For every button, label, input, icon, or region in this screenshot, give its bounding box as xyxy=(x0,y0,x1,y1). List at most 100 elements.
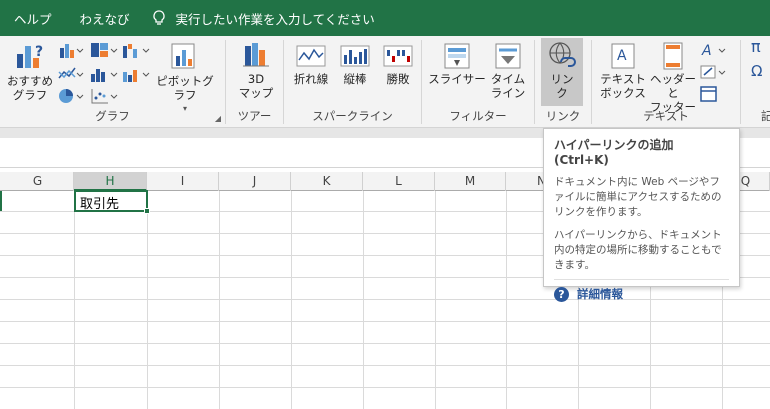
equation-button[interactable]: π xyxy=(751,39,761,55)
lightbulb-icon xyxy=(152,10,165,25)
textbox-label: テキスト ボックス xyxy=(600,72,646,100)
dialog-launcher-icon[interactable]: ◢ xyxy=(215,114,221,123)
group-label-sparklines: スパークライン xyxy=(312,109,393,123)
row-header-selected-edge xyxy=(0,191,2,211)
tell-me-text: 実行したい作業を入力してください xyxy=(175,11,375,27)
timeline-button[interactable]: タイム ライン xyxy=(486,40,530,100)
sparkline-column-label: 縦棒 xyxy=(343,72,367,86)
help-icon: ? xyxy=(554,286,569,302)
signature-line-icon[interactable] xyxy=(700,64,728,80)
hierarchy-chart-icon[interactable] xyxy=(90,42,118,58)
group-charts: ? おすすめ グラフ ピボットグラフ ▾ グラフ ◢ xyxy=(0,36,225,128)
symbol-button[interactable]: Ω xyxy=(751,64,762,79)
group-label-links: リンク xyxy=(545,109,581,123)
tell-me-more-label: 詳細情報 xyxy=(577,287,623,301)
slicer-icon xyxy=(444,43,470,69)
gridline xyxy=(291,191,292,409)
recommended-charts-label: おすすめ グラフ xyxy=(7,74,53,102)
timeline-label: タイム ライン xyxy=(490,72,526,100)
statistic-chart-icon[interactable] xyxy=(90,66,118,82)
tell-me-box[interactable]: 実行したい作業を入力してください xyxy=(152,9,375,28)
3d-map-label: 3D マップ xyxy=(238,72,274,100)
globe-map-icon xyxy=(243,43,269,67)
recommended-charts-icon: ? xyxy=(17,44,43,68)
sparkline-line-button[interactable]: 折れ線 xyxy=(290,40,332,86)
gridline xyxy=(0,321,770,322)
svg-text:A: A xyxy=(617,48,627,64)
group-tours: 3D マップ ツアー xyxy=(226,36,283,128)
group-label-charts: グラフ xyxy=(95,109,130,123)
hyperlink-globe-icon xyxy=(549,42,576,67)
menu-waenavi[interactable]: わえなび xyxy=(66,9,144,28)
slicer-label: スライサー xyxy=(428,72,486,86)
header-footer-icon xyxy=(663,42,683,70)
menu-bar: ヘルプ わえなび 実行したい作業を入力してください xyxy=(0,0,770,36)
waterfall-chart-icon[interactable] xyxy=(122,42,150,58)
gridline xyxy=(219,191,220,409)
column-chart-icon[interactable] xyxy=(58,42,84,58)
group-links: リン ク リンク xyxy=(535,36,591,128)
line-chart-icon[interactable] xyxy=(58,66,84,82)
sparkline-column-icon xyxy=(340,45,370,67)
svg-text:A: A xyxy=(701,43,712,58)
column-header-h[interactable]: H xyxy=(74,172,147,191)
column-header-j[interactable]: J xyxy=(219,172,291,191)
active-cell-value: 取引先 xyxy=(80,197,120,212)
group-filters: スライサー タイム ライン フィルター xyxy=(422,36,534,128)
sparkline-winloss-label: 勝敗 xyxy=(386,72,410,86)
ribbon: ? おすすめ グラフ ピボットグラフ ▾ グラフ ◢ 3D マップ ツアー 折れ… xyxy=(0,36,770,128)
textbox-icon: A xyxy=(611,43,635,69)
hyperlink-tooltip: ハイパーリンクの追加 (Ctrl+K) ドキュメント内に Web ページやファイ… xyxy=(543,128,740,302)
gridline xyxy=(0,387,770,388)
group-text: A テキスト ボックス ヘッダーと フッター A テキスト xyxy=(592,36,740,128)
scatter-chart-icon[interactable] xyxy=(90,88,118,104)
sparkline-winloss-button[interactable]: 勝敗 xyxy=(377,40,419,86)
pivot-chart-icon xyxy=(171,43,195,69)
header-footer-button[interactable]: ヘッダーと フッター xyxy=(648,40,698,114)
group-label-tours: ツアー xyxy=(237,109,272,123)
gridline xyxy=(147,191,148,409)
menu-help[interactable]: ヘルプ xyxy=(0,9,66,28)
tell-me-more-link[interactable]: ? 詳細情報 xyxy=(554,286,729,302)
group-symbols: π Ω 記 xyxy=(741,36,770,128)
column-header-k[interactable]: K xyxy=(291,172,363,191)
gridline xyxy=(506,191,507,409)
group-label-filters: フィルター xyxy=(449,109,507,123)
gridline xyxy=(435,191,436,409)
column-header-g[interactable]: G xyxy=(0,172,74,191)
gridline xyxy=(0,343,770,344)
link-label: リン ク xyxy=(550,72,574,100)
sparkline-column-button[interactable]: 縦棒 xyxy=(334,40,376,86)
sparkline-winloss-icon xyxy=(383,45,413,67)
3d-map-button[interactable]: 3D マップ xyxy=(232,40,280,100)
link-button[interactable]: リン ク xyxy=(541,38,583,106)
group-label-symbols: 記 xyxy=(761,109,770,123)
tooltip-body-2: ハイパーリンクから、ドキュメント内の特定の場所に移動することもできます。 xyxy=(554,229,722,271)
timeline-icon xyxy=(495,43,521,69)
sparkline-line-icon xyxy=(296,45,326,67)
group-sparklines: 折れ線 縦棒 勝敗 スパークライン xyxy=(284,36,421,128)
svg-text:?: ? xyxy=(35,44,43,60)
slicer-button[interactable]: スライサー xyxy=(428,40,486,86)
pivot-chart-label: ピボットグラフ xyxy=(156,74,214,102)
group-label-text: テキスト xyxy=(643,109,689,123)
textbox-button[interactable]: A テキスト ボックス xyxy=(598,40,648,100)
tooltip-divider xyxy=(554,279,729,280)
sparkline-line-label: 折れ線 xyxy=(293,72,329,86)
tooltip-title: ハイパーリンクの追加 (Ctrl+K) xyxy=(554,138,674,167)
fill-handle[interactable] xyxy=(144,208,150,214)
recommended-charts-button[interactable]: ? おすすめ グラフ xyxy=(6,40,54,102)
column-header-l[interactable]: L xyxy=(363,172,435,191)
gridline xyxy=(74,191,75,409)
object-icon[interactable] xyxy=(700,86,718,102)
active-cell-h[interactable]: 取引先 xyxy=(74,190,150,214)
column-header-m[interactable]: M xyxy=(435,172,506,191)
pie-chart-icon[interactable] xyxy=(58,88,84,104)
tooltip-body-1: ドキュメント内に Web ページやファイルに簡単にアクセスするためのリンクを作り… xyxy=(554,176,722,218)
gridline xyxy=(0,365,770,366)
gridline xyxy=(363,191,364,409)
combo-chart-icon[interactable] xyxy=(122,66,150,82)
pivot-chart-button[interactable]: ピボットグラフ ▾ xyxy=(152,40,218,116)
column-header-i[interactable]: I xyxy=(147,172,219,191)
wordart-icon[interactable]: A xyxy=(700,42,728,58)
